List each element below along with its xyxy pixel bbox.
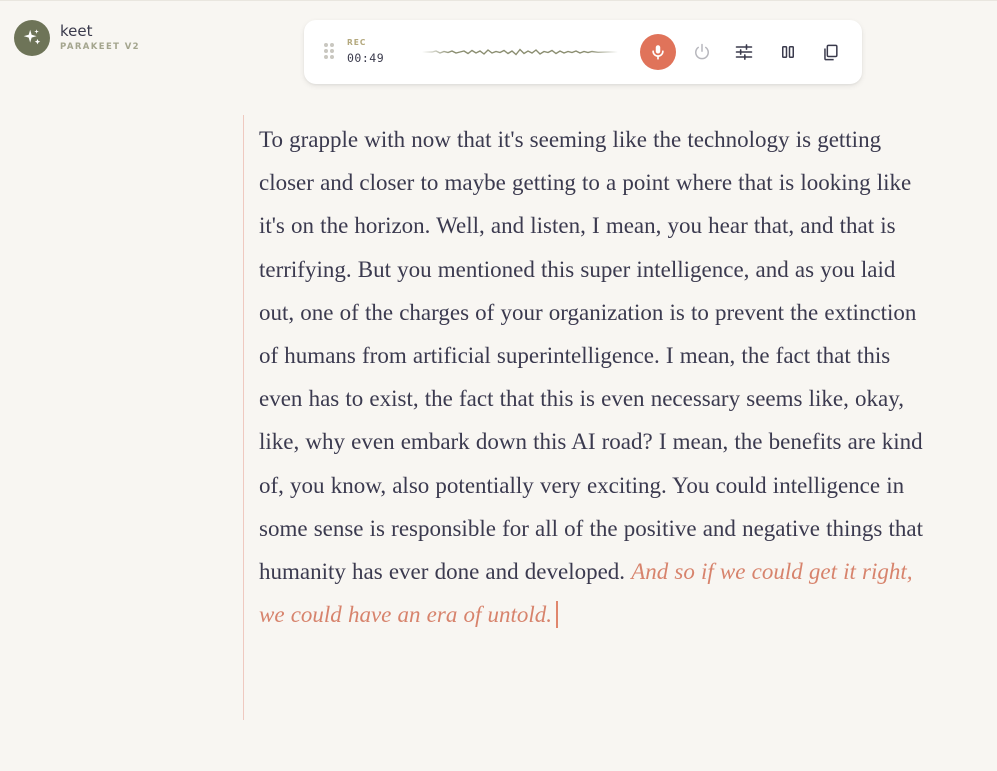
power-button[interactable] <box>684 34 720 70</box>
columns-button[interactable] <box>770 34 806 70</box>
copy-button[interactable] <box>812 34 848 70</box>
mic-button[interactable] <box>640 34 676 70</box>
rec-timer: 00:49 <box>347 51 385 65</box>
sparkles-icon <box>14 20 50 56</box>
recording-toolbar: REC 00:49 <box>304 20 862 84</box>
brand: keet PARAKEET V2 <box>14 20 140 56</box>
microphone-icon <box>652 45 664 60</box>
rec-label: REC <box>347 38 367 47</box>
app-name: keet <box>60 22 93 40</box>
power-icon <box>695 43 709 60</box>
transcript-text: To grapple with now that it's seeming li… <box>259 115 933 636</box>
final-transcript: To grapple with now that it's seeming li… <box>259 127 923 585</box>
transcript-panel[interactable]: To grapple with now that it's seeming li… <box>243 115 933 720</box>
model-name: PARAKEET V2 <box>60 42 141 52</box>
waveform-icon <box>422 48 618 56</box>
settings-button[interactable] <box>726 34 762 70</box>
drag-handle-icon[interactable] <box>324 43 334 59</box>
pause-columns-icon <box>782 46 794 58</box>
top-divider <box>0 0 997 1</box>
text-cursor <box>556 601 559 629</box>
recording-status: REC 00:49 <box>347 38 384 65</box>
sliders-icon <box>735 44 753 60</box>
copy-icon <box>823 44 838 60</box>
